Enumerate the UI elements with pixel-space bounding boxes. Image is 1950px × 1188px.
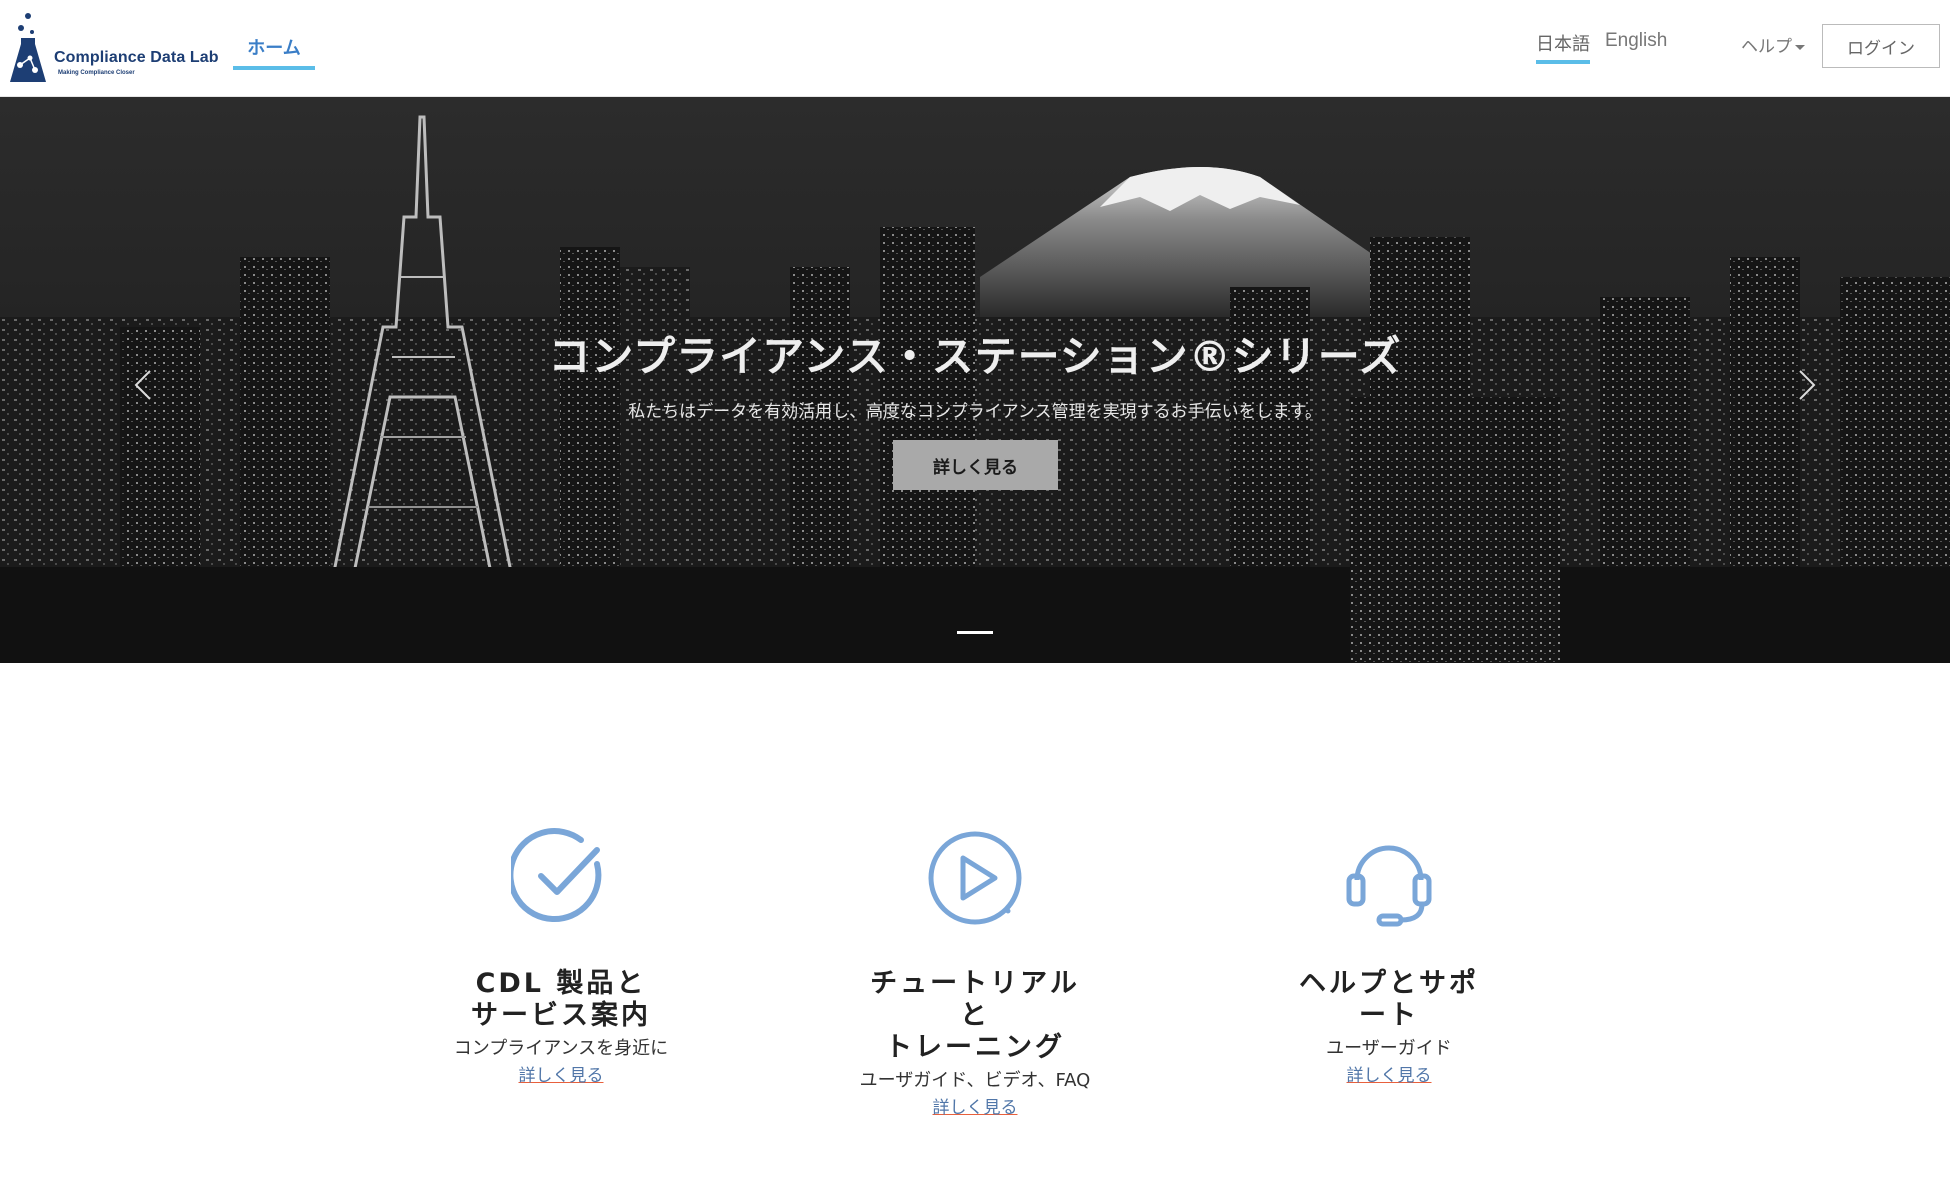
feature-learn-more-link[interactable]: 詳しく見る xyxy=(933,1096,1018,1120)
feature-tutorials: チュートリアル と トレーニング ユーザガイド、ビデオ、FAQ 詳しく見る xyxy=(815,828,1135,1120)
carousel-indicator[interactable] xyxy=(957,631,993,634)
help-label: ヘルプ xyxy=(1741,37,1792,57)
feature-products: CDL 製品と サービス案内 コンプライアンスを身近に 詳しく見る xyxy=(401,828,721,1088)
caret-down-icon xyxy=(1795,44,1805,50)
feature-learn-more-link[interactable]: 詳しく見る xyxy=(519,1064,604,1088)
feature-title: CDL 製品と サービス案内 xyxy=(471,968,651,1031)
check-circle-icon xyxy=(511,828,602,923)
feature-title: ヘルプとサポ ート xyxy=(1299,968,1479,1031)
play-circle-icon xyxy=(928,831,1022,925)
feature-learn-more-link[interactable]: 詳しく見る xyxy=(1347,1064,1432,1088)
lang-english[interactable]: English xyxy=(1605,30,1667,52)
help-dropdown[interactable]: ヘルプ xyxy=(1741,32,1805,57)
feature-title: チュートリアル と トレーニング xyxy=(870,968,1080,1063)
hero-carousel: コンプライアンス・ステーション®シリーズ 私たちはデータを有効活用し、高度なコン… xyxy=(0,97,1950,663)
hero-title: コンプライアンス・ステーション®シリーズ xyxy=(548,332,1402,381)
logo[interactable]: Compliance Data Lab Making Compliance Cl… xyxy=(8,10,219,86)
hero-learn-more-button[interactable]: 詳しく見る xyxy=(893,440,1058,490)
hero-subtitle: 私たちはデータを有効活用し、高度なコンプライアンス管理を実現するお手伝いをします… xyxy=(628,402,1322,422)
feature-support: ヘルプとサポ ート ユーザーガイド 詳しく見る xyxy=(1229,828,1549,1088)
lang-japanese[interactable]: 日本語 xyxy=(1536,30,1590,64)
feature-description: ユーザガイド、ビデオ、FAQ xyxy=(859,1070,1091,1091)
site-header: Compliance Data Lab Making Compliance Cl… xyxy=(0,0,1950,97)
logo-name: Compliance Data Lab xyxy=(54,49,219,66)
flask-logo-icon xyxy=(10,13,46,82)
feature-description: コンプライアンスを身近に xyxy=(453,1038,669,1059)
feature-description: ユーザーガイド xyxy=(1326,1038,1452,1059)
headset-icon xyxy=(1346,845,1432,927)
logo-tagline: Making Compliance Closer xyxy=(58,70,135,76)
login-button[interactable]: ログイン xyxy=(1822,24,1940,68)
nav-home[interactable]: ホーム xyxy=(233,34,315,70)
